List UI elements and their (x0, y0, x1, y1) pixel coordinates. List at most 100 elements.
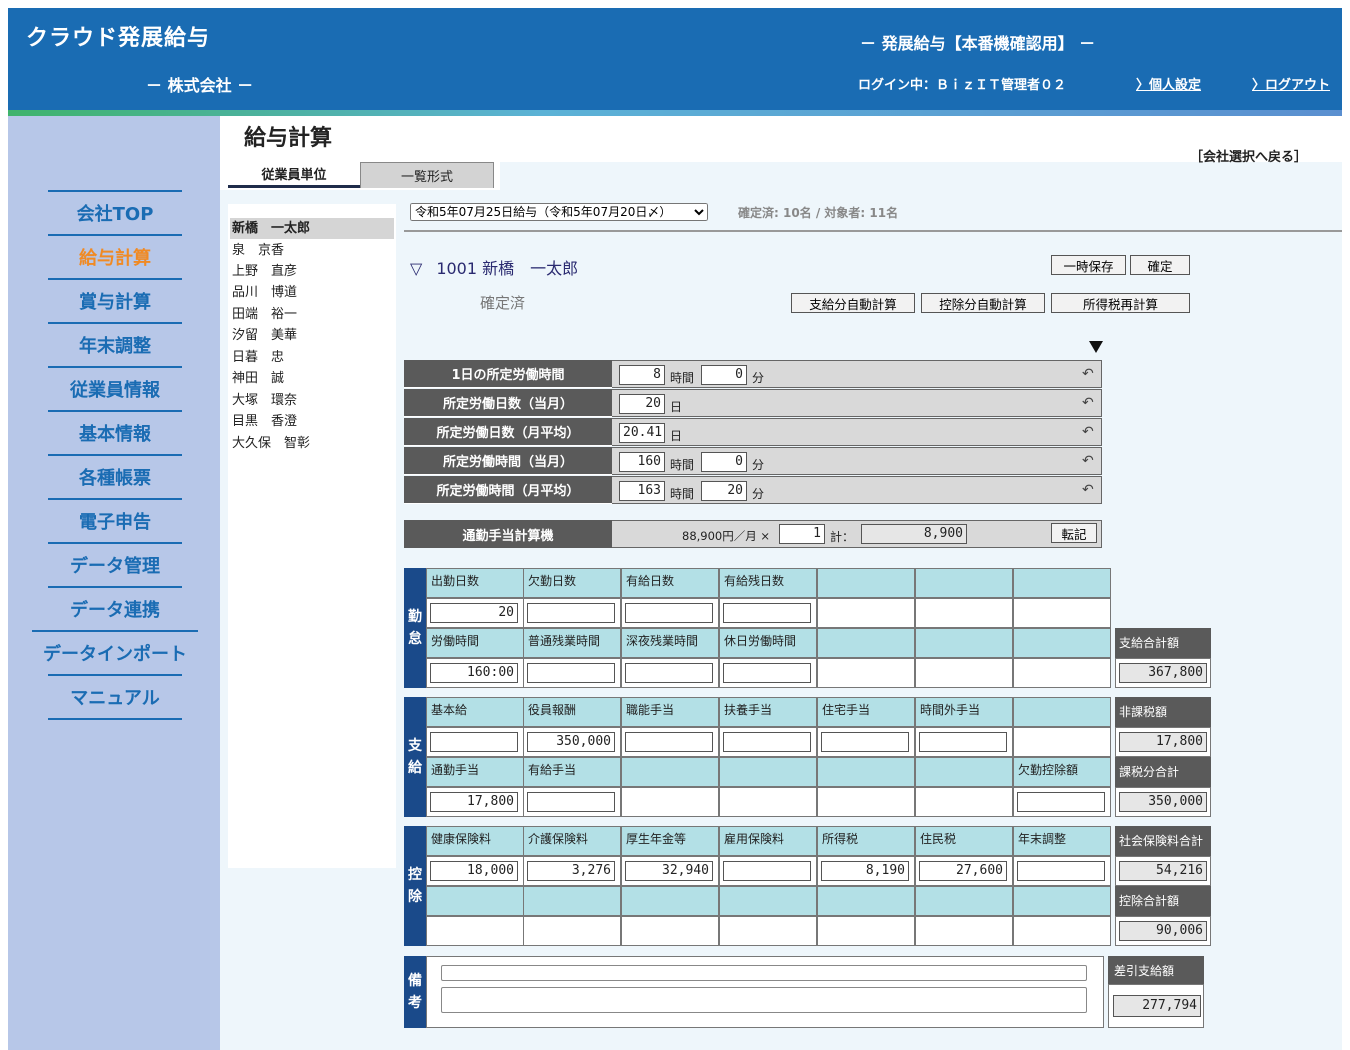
transfer-button[interactable]: 転記 (1051, 523, 1097, 543)
empty-header (523, 886, 621, 916)
empty-header (915, 757, 1013, 787)
holiday-work-input[interactable] (723, 663, 811, 683)
employee-item[interactable]: 新橋 一太郎 (230, 218, 394, 239)
absent-days-input[interactable] (527, 603, 615, 623)
resident-tax-input[interactable]: 27,600 (919, 861, 1007, 881)
tab-per-employee[interactable]: 従業員単位 (228, 162, 360, 188)
sidebar-item-manual[interactable]: マニュアル (48, 674, 182, 718)
empty-header (817, 568, 915, 598)
health-insurance-input[interactable]: 18,000 (430, 861, 518, 881)
label-char: 怠 (408, 631, 422, 647)
absence-deduction-input[interactable] (1017, 792, 1105, 812)
employee-item[interactable]: 泉 京香 (230, 240, 394, 261)
employee-item[interactable]: 品川 博道 (230, 282, 394, 303)
sidebar-item-year-end[interactable]: 年末調整 (48, 322, 182, 366)
employee-item[interactable]: 目黒 香澄 (230, 411, 394, 432)
work-days-input[interactable]: 20 (430, 603, 518, 623)
auto-calc-payment-button[interactable]: 支給分自動計算 (791, 293, 915, 313)
commute-rate: 88,900円／月 × (682, 529, 771, 543)
tab-list-view[interactable]: 一覧形式 (360, 162, 494, 188)
sidebar-item-data-import[interactable]: データインポート (32, 630, 198, 674)
commute-allowance-input[interactable]: 17,800 (430, 792, 518, 812)
sidebar-item-data-integration[interactable]: データ連携 (48, 586, 182, 630)
personal-settings-link[interactable]: 〉個人設定 (1136, 74, 1201, 93)
night-overtime-input[interactable] (625, 663, 713, 683)
minutes-month-input[interactable]: 0 (701, 452, 747, 472)
minutes-avg-input[interactable]: 20 (701, 481, 747, 501)
value-cell (426, 727, 524, 757)
work-hours-input[interactable]: 160:00 (430, 663, 518, 683)
daily-hours-input[interactable]: 8 (619, 365, 665, 385)
total-label-social-insurance: 社会保険料合計 (1115, 826, 1211, 856)
empty-header (621, 757, 719, 787)
auto-calc-deduction-button[interactable]: 控除分自動計算 (921, 293, 1045, 313)
employee-item[interactable]: 大久保 智彰 (230, 433, 394, 454)
overtime-input[interactable] (527, 663, 615, 683)
undo-icon[interactable]: ↶ (1082, 424, 1094, 440)
remarks-textarea[interactable] (441, 987, 1087, 1013)
employee-item[interactable]: 汐留 美華 (230, 325, 394, 346)
net-pay-label: 差引支給額 (1108, 956, 1204, 984)
employee-item[interactable]: 神田 誠 (230, 368, 394, 389)
overtime-allowance-input[interactable] (919, 732, 1007, 752)
collapse-toggle-icon[interactable]: ▽ (410, 259, 422, 278)
value-cell: 160:00 (426, 658, 524, 688)
confirm-button[interactable]: 確定 (1130, 255, 1190, 275)
employee-item[interactable]: 田端 裕一 (230, 304, 394, 325)
care-insurance-input[interactable]: 3,276 (527, 861, 615, 881)
undo-icon[interactable]: ↶ (1082, 453, 1094, 469)
empty-header (719, 886, 817, 916)
sidebar-item-basic-info[interactable]: 基本情報 (48, 410, 182, 454)
commute-qty-input[interactable]: 1 (779, 524, 825, 544)
employee-item[interactable]: 大塚 環奈 (230, 390, 394, 411)
daily-minutes-input[interactable]: 0 (701, 365, 747, 385)
family-allowance-input[interactable] (723, 732, 811, 752)
header-paid-leave-days: 有給日数 (621, 568, 719, 598)
value-cell: 8,190 (817, 856, 915, 886)
recalc-income-tax-button[interactable]: 所得税再計算 (1051, 293, 1190, 313)
days-avg-input[interactable]: 20.41 (619, 423, 665, 443)
remarks-input-line[interactable] (441, 965, 1087, 981)
employee-item[interactable]: 日暮 忠 (230, 347, 394, 368)
back-to-company-select-link[interactable]: ［会社選択へ戻る］ (1190, 146, 1307, 165)
paid-leave-days-input[interactable] (625, 603, 713, 623)
pay-period-select[interactable]: 令和5年07月25日給与（令和5年07月20日〆） (410, 203, 708, 221)
employee-item[interactable]: 上野 直彦 (230, 261, 394, 282)
value-cell: 27,600 (915, 856, 1013, 886)
sidebar-item-data-management[interactable]: データ管理 (48, 542, 182, 586)
undo-icon[interactable]: ↶ (1082, 366, 1094, 382)
pension-input[interactable]: 32,940 (625, 861, 713, 881)
value-cell (1013, 787, 1111, 817)
paid-leave-allowance-input[interactable] (527, 792, 615, 812)
logout-link[interactable]: 〉ログアウト (1252, 74, 1330, 93)
skill-allowance-input[interactable] (625, 732, 713, 752)
sidebar-item-e-filing[interactable]: 電子申告 (48, 498, 182, 542)
sidebar-item-bonus[interactable]: 賞与計算 (48, 278, 182, 322)
header-base-salary: 基本給 (426, 697, 524, 727)
days-month-input[interactable]: 20 (619, 394, 665, 414)
temp-save-button[interactable]: 一時保存 (1051, 255, 1126, 275)
wh-label-days-month: 所定労働日数（当月） (404, 389, 612, 417)
expand-triangle-icon[interactable] (1089, 341, 1103, 353)
empty-cell (817, 787, 915, 817)
empty-cell (817, 658, 915, 688)
housing-allowance-input[interactable] (821, 732, 909, 752)
base-salary-input[interactable] (430, 732, 518, 752)
hours-month-input[interactable]: 160 (619, 452, 665, 472)
paid-leave-remaining-input[interactable] (723, 603, 811, 623)
sidebar-item-payroll[interactable]: 給与計算 (48, 234, 182, 278)
employment-insurance-input[interactable] (723, 861, 811, 881)
sidebar-item-company-top[interactable]: 会社TOP (48, 190, 182, 234)
year-end-adjustment-input[interactable] (1017, 861, 1105, 881)
executive-pay-input[interactable]: 350,000 (527, 732, 615, 752)
sidebar-item-employees[interactable]: 従業員情報 (48, 366, 182, 410)
income-tax-input[interactable]: 8,190 (821, 861, 909, 881)
undo-icon[interactable]: ↶ (1082, 395, 1094, 411)
empty-cell (1013, 658, 1111, 688)
commute-total: 8,900 (861, 524, 967, 544)
hours-avg-input[interactable]: 163 (619, 481, 665, 501)
sidebar-item-reports[interactable]: 各種帳票 (48, 454, 182, 498)
value-cell (523, 658, 621, 688)
unit-hours: 時間 (670, 371, 695, 385)
undo-icon[interactable]: ↶ (1082, 482, 1094, 498)
